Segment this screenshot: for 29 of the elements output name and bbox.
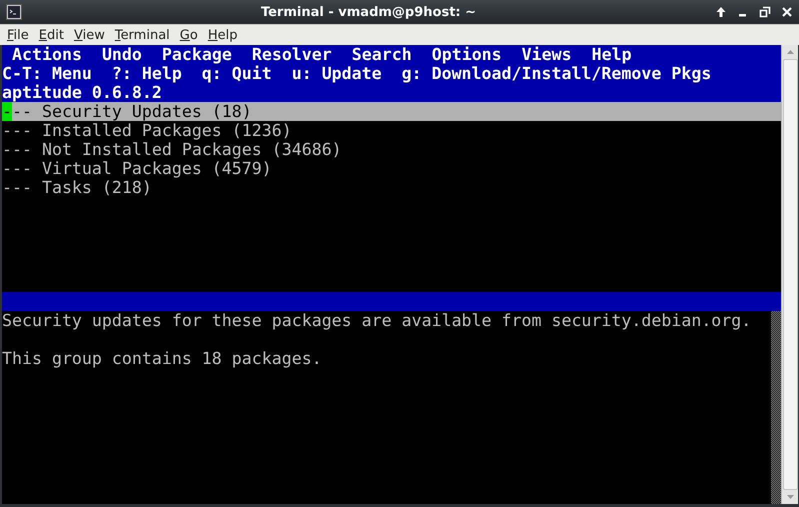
up-arrow-icon[interactable] bbox=[715, 6, 727, 18]
window-title: Terminal - vmadm@p9host: ~ bbox=[260, 4, 478, 20]
key-hints: C-T: Menu ?: Help q: Quit u: Update g: Download/Install/Remove Pkgs bbox=[2, 64, 712, 83]
menu-item[interactable]: Undo bbox=[102, 45, 142, 64]
close-icon[interactable] bbox=[781, 6, 793, 18]
tree-item[interactable]: --- Security Updates (18) bbox=[2, 102, 782, 121]
menu-item[interactable]: Package bbox=[162, 45, 232, 64]
menu-item[interactable]: Edit bbox=[34, 28, 69, 42]
description-text: Security updates for these packages are available from security.debian.org. bbox=[2, 311, 752, 330]
menu-item[interactable]: Help bbox=[202, 28, 242, 42]
tree-item[interactable]: --- Tasks (218) bbox=[2, 178, 782, 197]
menu-item[interactable]: Options bbox=[432, 45, 502, 64]
tree-item[interactable]: --- Not Installed Packages (34686) bbox=[2, 140, 782, 159]
menu-item[interactable]: Views bbox=[522, 45, 572, 64]
menu-item[interactable]: Terminal bbox=[110, 28, 175, 42]
menu-item[interactable]: Search bbox=[352, 45, 412, 64]
maximize-icon[interactable] bbox=[759, 6, 771, 18]
pane-scrollbar[interactable] bbox=[771, 311, 782, 504]
version-label: aptitude 0.6.8.2 bbox=[2, 83, 162, 102]
menu-item[interactable]: Resolver bbox=[252, 45, 332, 64]
tree-item[interactable]: --- Installed Packages (1236) bbox=[2, 121, 782, 140]
terminal-icon[interactable] bbox=[6, 4, 22, 20]
menu-item[interactable]: Help bbox=[592, 45, 632, 64]
tree-item[interactable]: --- Virtual Packages (4579) bbox=[2, 159, 782, 178]
menu-item[interactable]: Go bbox=[174, 28, 203, 42]
description-text: This group contains 18 packages. bbox=[2, 349, 323, 368]
menu-item[interactable]: Actions bbox=[12, 45, 82, 64]
menu-item[interactable]: View bbox=[68, 28, 110, 42]
menu-item[interactable]: File bbox=[2, 28, 34, 42]
